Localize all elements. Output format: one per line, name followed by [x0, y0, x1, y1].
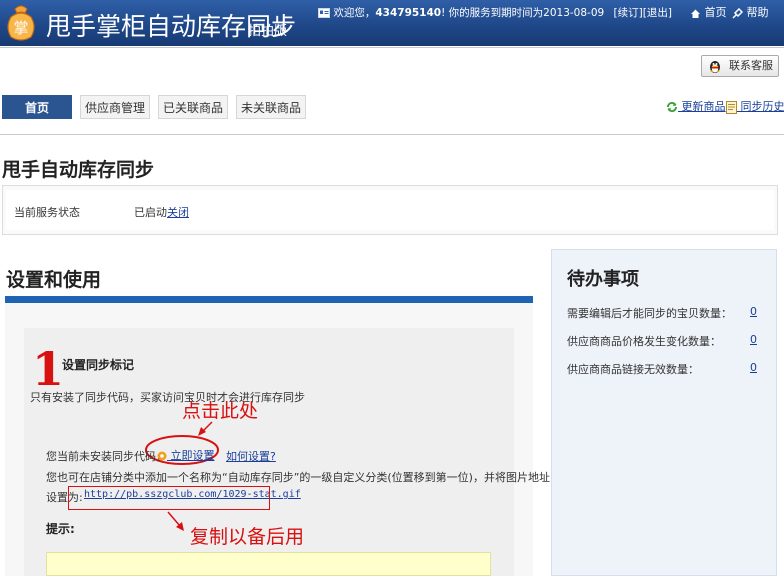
welcome-bar: 欢迎您，434795140! 你的服务到期时间为2013-08-09 [续订][… — [318, 5, 672, 20]
settings-icon — [157, 451, 167, 461]
logout-link[interactable]: [退出] — [643, 7, 672, 19]
category-instruction: 您也可在店铺分类中添加一个名称为“自动库存同步”的一级自定义分类(位置移到第一位… — [46, 471, 550, 484]
close-service-link[interactable]: 关闭 — [167, 204, 189, 220]
sync-history-label: 同步历史 — [740, 100, 784, 113]
step-title: 设置同步标记 — [62, 358, 135, 372]
todo-item-count[interactable]: 0 — [750, 361, 757, 374]
step-description: 只有安装了同步代码，买家访问宝贝时才会进行库存同步 — [30, 391, 305, 404]
setup-accent-bar — [5, 296, 533, 303]
nav-divider — [0, 134, 784, 135]
qq-penguin-icon — [708, 59, 722, 74]
annotation-arrow-copy — [167, 511, 184, 531]
contact-label: 联系客服 — [729, 59, 773, 72]
home-label: 首页 — [704, 6, 727, 19]
todo-item-count[interactable]: 0 — [750, 333, 757, 346]
welcome-prefix: 欢迎您， — [333, 7, 376, 19]
tab-supplier-management[interactable]: 供应商管理 — [80, 95, 150, 119]
logo-char: 掌 — [13, 19, 28, 37]
todo-item-label: 供应商商品链接无效数量： — [567, 363, 699, 376]
update-goods-label: 更新商品 — [681, 100, 726, 113]
step-number: 1 — [32, 342, 65, 396]
header-divider — [0, 47, 784, 48]
sync-history-link[interactable]: 同步历史 — [726, 98, 784, 114]
help-label: 帮助 — [746, 6, 769, 19]
todo-item-label: 需要编辑后才能同步的宝贝数量： — [567, 307, 732, 320]
how-to-setup-link[interactable]: 如何设置? — [226, 448, 276, 464]
edition-label: 拍拍版 — [248, 24, 288, 39]
todo-item: 供应商商品链接无效数量： 0 — [567, 361, 761, 377]
tab-home[interactable]: 首页 — [2, 95, 72, 119]
tip-label: 提示: — [46, 522, 75, 536]
setup-now-label: 立即设置 — [170, 449, 215, 462]
todo-title: 待办事项 — [567, 269, 639, 290]
logo: 掌 — [3, 3, 39, 43]
annotation-address-box — [68, 486, 270, 510]
not-installed-text: 您当前未安装同步代码， — [46, 450, 167, 463]
contact-support-button[interactable]: 联系客服 — [701, 55, 779, 77]
help-link[interactable]: 帮助 — [732, 4, 769, 20]
todo-panel — [551, 249, 777, 576]
service-status-inner — [6, 190, 774, 230]
update-goods-link[interactable]: 更新商品 — [666, 98, 726, 114]
page-title: 甩手自动库存同步 — [2, 159, 155, 181]
refresh-icon — [666, 101, 678, 113]
todo-item: 供应商商品价格发生变化数量： 0 — [567, 333, 761, 349]
todo-item-count[interactable]: 0 — [750, 305, 757, 318]
renew-link[interactable]: [续订] — [614, 7, 643, 19]
tip-box — [46, 552, 491, 576]
todo-item: 需要编辑后才能同步的宝贝数量： 0 — [567, 305, 761, 321]
setup-section-title: 设置和使用 — [6, 269, 102, 291]
status-value: 已启动 — [134, 206, 167, 219]
id-card-icon — [318, 8, 330, 18]
setup-now-link[interactable]: 立即设置 — [157, 447, 215, 463]
service-expiry: ! 你的服务到期时间为2013-08-09 — [441, 7, 605, 19]
help-icon — [732, 7, 743, 19]
document-icon — [726, 100, 737, 114]
user-id: 434795140 — [375, 7, 442, 19]
home-link[interactable]: 首页 — [690, 4, 727, 20]
tab-linked-goods[interactable]: 已关联商品 — [158, 95, 228, 119]
todo-item-label: 供应商商品价格发生变化数量： — [567, 335, 721, 348]
home-icon — [690, 8, 701, 19]
tab-unlinked-goods[interactable]: 未关联商品 — [236, 95, 306, 119]
annotation-copy-for-later: 复制以备后用 — [190, 526, 305, 548]
status-label: 当前服务状态 — [14, 206, 80, 219]
